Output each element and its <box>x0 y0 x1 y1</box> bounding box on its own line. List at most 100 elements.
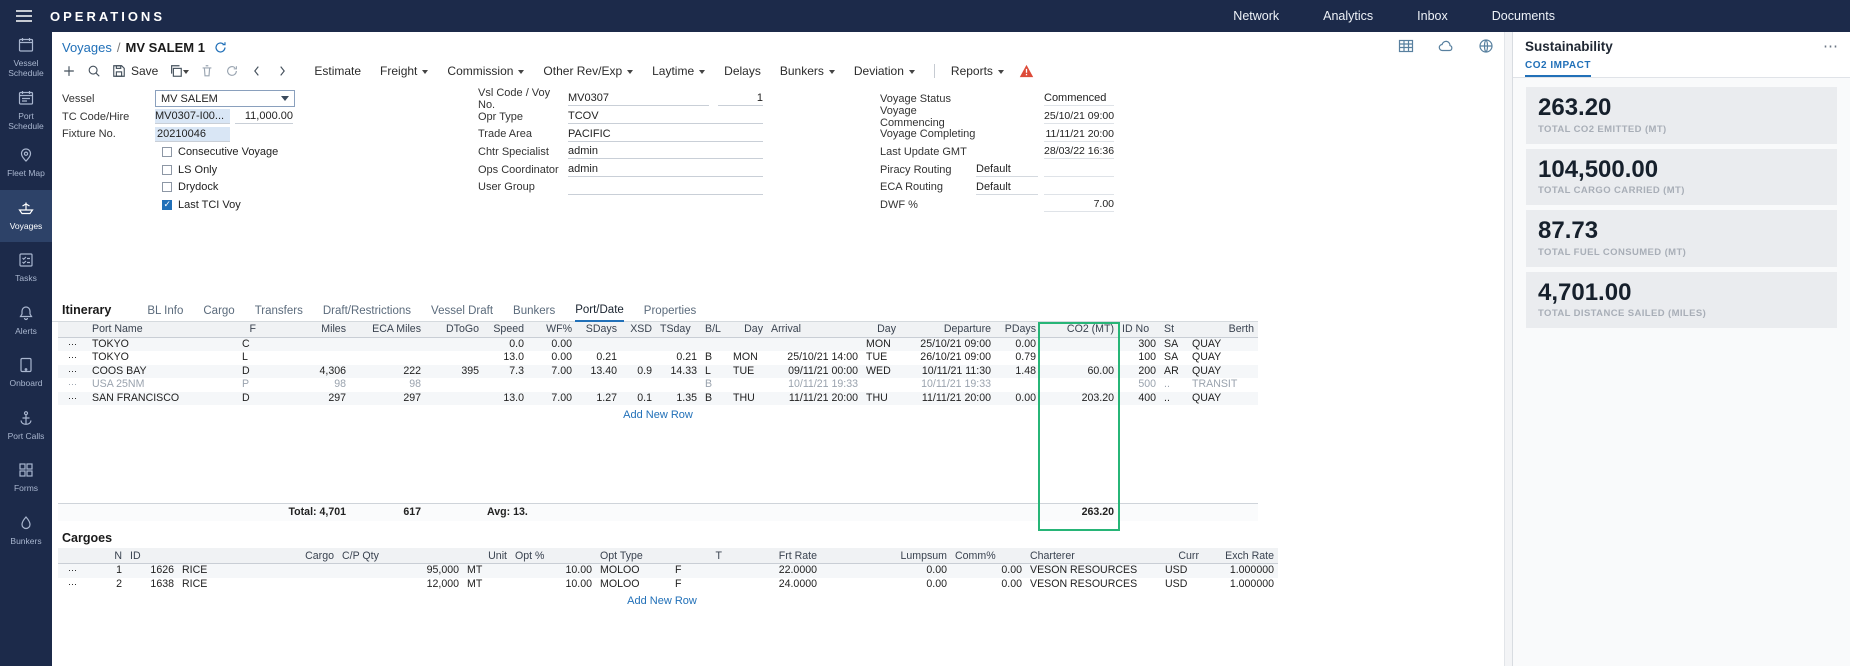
toolbar-menu[interactable]: Deviation <box>854 64 915 78</box>
cell-arrival-day[interactable] <box>729 378 767 392</box>
prev-icon[interactable] <box>250 64 264 78</box>
cell-n[interactable]: 1 <box>88 563 126 577</box>
vessel-select[interactable]: MV SALEM <box>155 90 295 107</box>
cell-curr[interactable]: USD <box>1161 578 1203 592</box>
cell-opt-pct[interactable]: 10.00 <box>511 578 596 592</box>
cell-co2[interactable] <box>1040 378 1118 392</box>
field-value-b[interactable]: 11/11/21 20:00 <box>1044 127 1114 142</box>
cell-function[interactable]: D <box>238 392 260 406</box>
cell-co2[interactable] <box>1040 337 1118 351</box>
cell-lumpsum[interactable]: 0.00 <box>821 563 951 577</box>
cell-dtogo[interactable] <box>425 378 483 392</box>
cell-arrival[interactable]: 10/11/21 19:33 <box>767 378 862 392</box>
cell-miles[interactable]: 98 <box>260 378 350 392</box>
checkbox-row[interactable]: LS Only <box>162 161 367 179</box>
cell-berth[interactable]: QUAY <box>1188 351 1258 365</box>
cell-arrival[interactable]: 25/10/21 14:00 <box>767 351 862 365</box>
cell-cargo[interactable]: RICE <box>178 563 338 577</box>
cell-xsd[interactable] <box>621 351 656 365</box>
cell-sdays[interactable]: 1.27 <box>576 392 621 406</box>
cell-departure-day[interactable]: MON <box>862 337 900 351</box>
toolbar-menu[interactable]: Other Rev/Exp <box>543 64 633 78</box>
search-icon[interactable] <box>87 64 101 78</box>
cell-exch-rate[interactable]: 1.000000 <box>1203 563 1278 577</box>
tc-hire-field[interactable]: 11,000.00 <box>235 109 293 124</box>
itinerary-row[interactable]: ⋯ COOS BAY D 4,306 222 395 7.3 7.00 13.4… <box>58 365 1258 379</box>
cell-status[interactable]: .. <box>1160 392 1188 406</box>
toolbar-menu[interactable]: Freight <box>380 64 428 78</box>
checkbox-row[interactable]: Last TCI Voy <box>162 196 367 214</box>
cell-arrival[interactable]: 11/11/21 20:00 <box>767 392 862 406</box>
cell-pdays[interactable]: 0.00 <box>995 392 1040 406</box>
cell-comm[interactable]: 0.00 <box>951 563 1026 577</box>
cell-n[interactable]: 2 <box>88 578 126 592</box>
cell-departure-day[interactable] <box>862 378 900 392</box>
refresh-icon[interactable] <box>225 64 239 78</box>
cell-departure[interactable]: 10/11/21 11:30 <box>900 365 995 379</box>
itinerary-tab[interactable]: Vessel Draft <box>431 305 493 321</box>
add-icon[interactable] <box>62 64 76 78</box>
cell-bl[interactable]: B <box>701 351 729 365</box>
cell-speed[interactable] <box>483 378 528 392</box>
cell-berth[interactable]: QUAY <box>1188 365 1258 379</box>
itinerary-tab[interactable]: Transfers <box>255 305 303 321</box>
cell-port-name[interactable]: USA 25NM <box>88 378 238 392</box>
toolbar-menu[interactable]: Delays <box>724 64 761 78</box>
sidebar-item-port-schedule[interactable]: Port Schedule <box>0 85 52 138</box>
cell-co2[interactable]: 203.20 <box>1040 392 1118 406</box>
cell-cargo[interactable]: RICE <box>178 578 338 592</box>
sidebar-item-voyages[interactable]: Voyages <box>0 190 52 243</box>
cell-miles[interactable]: 297 <box>260 392 350 406</box>
cell-port-name[interactable]: COOS BAY <box>88 365 238 379</box>
itinerary-add-new-row-link[interactable]: Add New Row <box>58 407 1258 423</box>
toolbar-menu[interactable]: Laytime <box>652 64 705 78</box>
cell-bl[interactable]: B <box>701 378 729 392</box>
cell-dtogo[interactable] <box>425 351 483 365</box>
checkbox-row[interactable]: Consecutive Voyage <box>162 143 367 161</box>
cell-unit[interactable]: MT <box>463 578 511 592</box>
fixture-field[interactable]: 20210046 <box>155 127 230 142</box>
field-value-b[interactable] <box>1044 180 1114 195</box>
cell-unit[interactable]: MT <box>463 563 511 577</box>
cell-dtogo[interactable]: 395 <box>425 365 483 379</box>
cell-eca-miles[interactable]: 98 <box>350 378 425 392</box>
cell-departure[interactable]: 10/11/21 19:33 <box>900 378 995 392</box>
cell-xsd[interactable]: 0.9 <box>621 365 656 379</box>
cell-bl[interactable] <box>701 337 729 351</box>
cell-wf[interactable] <box>528 378 576 392</box>
cell-tsday[interactable]: 0.21 <box>656 351 701 365</box>
cell-eca-miles[interactable]: 222 <box>350 365 425 379</box>
cell-departure[interactable]: 25/10/21 09:00 <box>900 337 995 351</box>
cell-arrival-day[interactable] <box>729 337 767 351</box>
checkbox[interactable] <box>162 200 172 210</box>
sidebar-item-vessel-schedule[interactable]: Vessel Schedule <box>0 32 52 85</box>
cell-eca-miles[interactable]: 297 <box>350 392 425 406</box>
cell-pdays[interactable] <box>995 378 1040 392</box>
cell-lumpsum[interactable]: 0.00 <box>821 578 951 592</box>
field-value-b[interactable]: 25/10/21 09:00 <box>1044 109 1114 124</box>
cell-opt-pct[interactable]: 10.00 <box>511 563 596 577</box>
sidebar-item-onboard[interactable]: Onboard <box>0 347 52 400</box>
cargo-row[interactable]: ⋯ 2 1638 RICE 12,000 MT 10.00 MOLOO F 24… <box>58 578 1278 592</box>
cell-wf[interactable]: 7.00 <box>528 392 576 406</box>
cell-speed[interactable]: 13.0 <box>483 392 528 406</box>
cell-wf[interactable]: 0.00 <box>528 337 576 351</box>
cell-id-no[interactable]: 500 <box>1118 378 1160 392</box>
row-menu-icon[interactable]: ⋯ <box>58 563 88 577</box>
field-value-a[interactable]: Default <box>976 162 1038 177</box>
cell-xsd[interactable] <box>621 337 656 351</box>
cell-sdays[interactable]: 0.21 <box>576 351 621 365</box>
itinerary-tab[interactable]: BL Info <box>147 305 183 321</box>
cell-tsday[interactable]: 1.35 <box>656 392 701 406</box>
cell-co2[interactable] <box>1040 351 1118 365</box>
cell-speed[interactable]: 13.0 <box>483 351 528 365</box>
tc-code-field[interactable]: MV0307-I00... <box>155 109 230 124</box>
field-value-b[interactable] <box>1044 162 1114 177</box>
save-button[interactable]: Save <box>112 64 158 78</box>
cell-frt-rate[interactable]: 24.0000 <box>726 578 821 592</box>
field-value[interactable]: admin <box>568 144 763 159</box>
globe-icon[interactable] <box>1478 38 1494 57</box>
cell-berth[interactable]: QUAY <box>1188 337 1258 351</box>
cell-function[interactable]: D <box>238 365 260 379</box>
cell-curr[interactable]: USD <box>1161 563 1203 577</box>
